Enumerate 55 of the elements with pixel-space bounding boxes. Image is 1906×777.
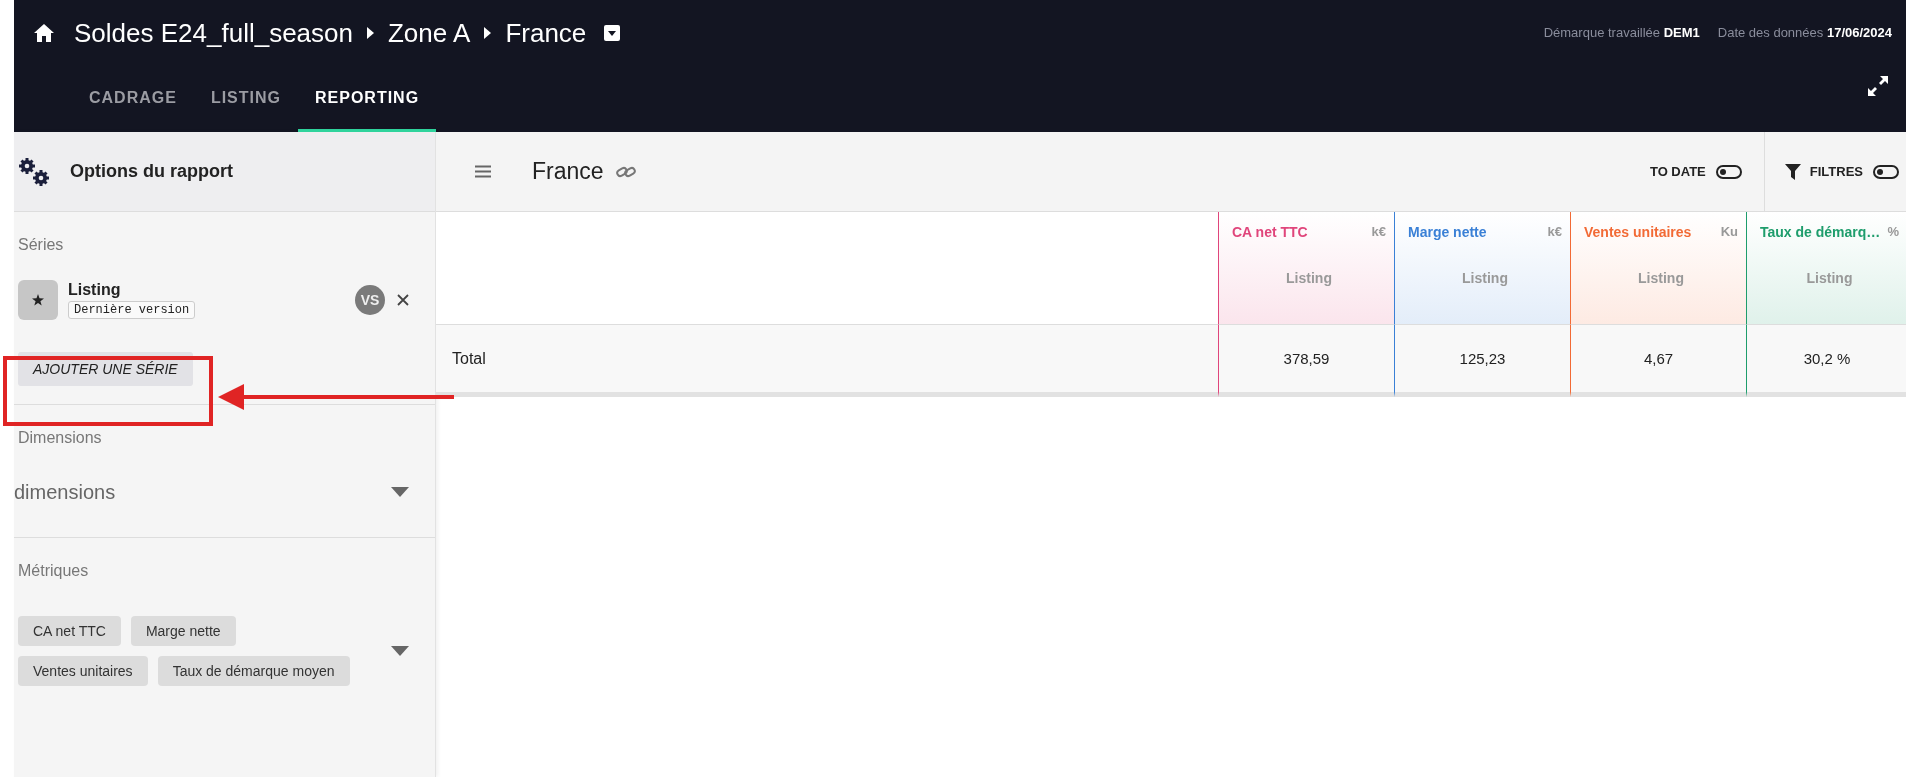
- metric-chip: Ventes unitaires: [18, 656, 148, 686]
- info-value: DEM1: [1663, 24, 1700, 40]
- breadcrumb-item[interactable]: Zone A: [388, 17, 471, 49]
- panel-title: Options du rapport: [70, 161, 233, 182]
- fullscreen-icon[interactable]: [1868, 76, 1888, 96]
- metric-chip: Marge nette: [130, 616, 236, 646]
- column-name[interactable]: Taux de démarq…: [1760, 224, 1881, 240]
- unit-label: k€: [1371, 224, 1386, 240]
- series-name: Listing: [68, 281, 122, 299]
- close-icon[interactable]: [397, 294, 409, 306]
- table-cell: 30,2 %: [1746, 325, 1906, 397]
- filter-icon: [1784, 163, 1801, 180]
- gears-icon: [18, 156, 50, 187]
- menu-icon[interactable]: [475, 165, 491, 178]
- section-label: Métriques: [18, 562, 89, 580]
- section-label: Séries: [18, 236, 64, 254]
- unit-label: Ku: [1720, 224, 1738, 240]
- toggle-label: FILTRES: [1809, 164, 1863, 179]
- info-label: Démarque travaillée: [1543, 24, 1660, 40]
- series-label: Listing: [1286, 270, 1332, 286]
- series-label: Listing: [1638, 270, 1684, 286]
- report-title: France: [532, 158, 604, 185]
- table-cell: 378,59: [1218, 325, 1394, 397]
- metrics-select[interactable]: CA net TTC Marge nette Ventes unitaires Taux de démarque moyen: [18, 616, 431, 686]
- series-label: Listing: [1806, 270, 1853, 286]
- table-cell: 4,67: [1570, 325, 1746, 397]
- version-tag: Dernière version: [68, 301, 196, 319]
- tab[interactable]: CADRAGE: [72, 66, 194, 132]
- chevron-right-icon: [484, 27, 492, 39]
- breadcrumb-item[interactable]: Soldes E24_full_season: [74, 17, 353, 49]
- series-label: Listing: [1462, 270, 1508, 286]
- metric-chip: CA net TTC: [18, 616, 121, 646]
- chevron-right-icon: [367, 27, 374, 39]
- compare-badge[interactable]: VS: [355, 285, 385, 315]
- caret-down-icon: [391, 487, 409, 497]
- info-label: Date des données: [1717, 24, 1824, 40]
- section-label: Dimensions: [18, 429, 102, 447]
- caret-down-icon: [391, 646, 409, 656]
- unit-label: k€: [1547, 224, 1562, 240]
- unit-label: %: [1887, 224, 1899, 240]
- tab[interactable]: LISTING: [193, 66, 298, 132]
- row-label: Total: [436, 325, 1218, 397]
- table-cell: 125,23: [1394, 325, 1570, 397]
- dropdown-icon[interactable]: [604, 25, 621, 41]
- info-value: 17/06/2024: [1826, 24, 1892, 40]
- toggle-label: TO DATE: [1649, 164, 1706, 179]
- column-name[interactable]: CA net TTC: [1232, 224, 1308, 240]
- toggle-switch[interactable]: [1873, 164, 1899, 179]
- metric-chip: Taux de démarque moyen: [157, 656, 350, 686]
- toggle-switch[interactable]: [1715, 164, 1742, 179]
- home-icon[interactable]: [34, 24, 54, 42]
- star-icon: [32, 294, 44, 306]
- column-name[interactable]: Marge nette: [1408, 224, 1487, 240]
- link-icon[interactable]: [615, 164, 636, 179]
- breadcrumb-item[interactable]: France: [505, 17, 587, 49]
